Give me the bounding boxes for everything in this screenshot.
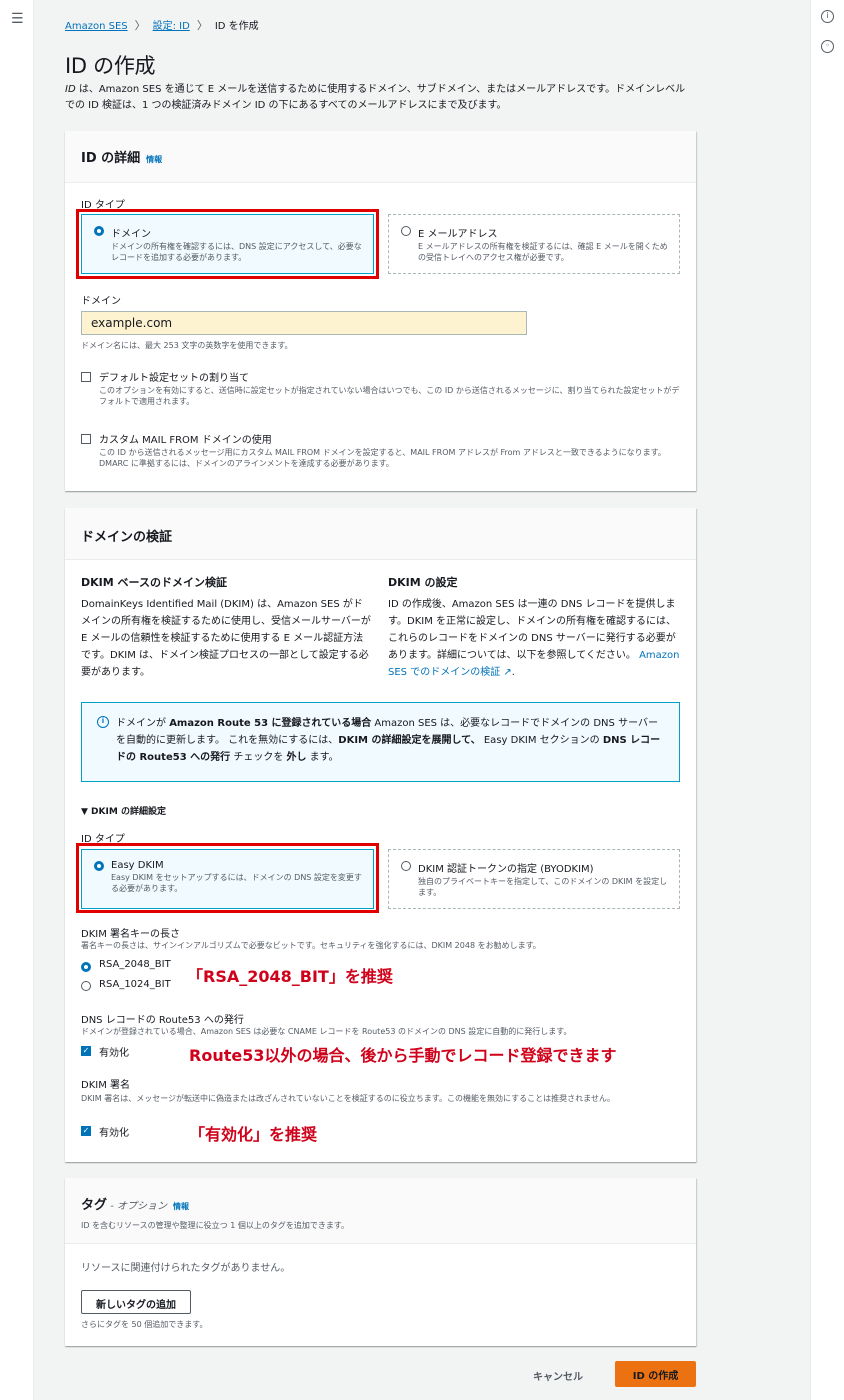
main-content: Amazon SES 〉設定: ID 〉 ID を作成 ID の作成 ID は、Ama… [34,0,810,1400]
default-config-desc: このオプションを有効にすると、送信時に設定セットが指定されていない場合はいつでも… [99,386,680,406]
route53-label: DNS レコードの Route53 への発行 [81,1015,244,1026]
chevron-right-icon: 〉 [134,19,146,32]
rsa-2048-label: RSA_2048_BIT [99,959,171,970]
tags-optional: - オプション [107,1201,167,1212]
tags-panel: タグ - オプション 情報 ID を含むリソースの管理や整理に役立つ 1 個以上の… [65,1178,696,1346]
route53-enable-label: 有効化 [99,1048,129,1059]
domain-label: ドメイン [81,296,121,307]
page-title: ID の作成 [65,54,156,78]
dkim-settings-tail: . [511,667,515,678]
tags-desc: ID を含むリソースの管理や整理に役立つ 1 個以上のタグを追加できます。 [81,1221,350,1230]
tags-header: タグ - オプション 情報 ID を含むリソースの管理や整理に役立つ 1 個以上の… [65,1178,696,1244]
domain-input[interactable] [81,311,527,335]
identity-details-panel: ID の詳細 情報 ID タイプ ドメイン ドメインの所有権を確認するには、DNS… [65,131,696,491]
alert-bold-4: 外し [286,752,307,763]
page-description-text: は、Amazon SES を通じて E メールを送信するために使用するドメイン、… [65,84,686,111]
info-circle-icon[interactable]: i [821,10,834,23]
identity-details-info-link[interactable]: 情報 [146,155,162,164]
dkim-advanced-toggle[interactable]: ▼ DKIM の詳細設定 [81,804,166,817]
breadcrumb-current: ID を作成 [214,21,259,32]
alert-text-5: ます。 [306,752,339,763]
checkbox-dkim-signing[interactable]: ✓ [81,1126,91,1136]
alert-text-4: チェックを [230,752,287,763]
cancel-button[interactable]: キャンセル [533,1368,583,1383]
dkim-settings-text: ID の作成後、Amazon SES は一連の DNS レコードを提供します。D… [388,596,683,681]
dkim-settings-body: ID の作成後、Amazon SES は一連の DNS レコードを提供します。D… [388,599,677,661]
dkim-signing-enable-label: 有効化 [99,1128,129,1139]
tile-email-title: E メールアドレス [418,229,498,240]
breadcrumb-settings-id[interactable]: 設定: ID [153,21,190,32]
checkbox-custom-mail-from[interactable] [81,434,91,444]
highlight-box-domain [76,209,379,279]
create-identity-button[interactable]: ID の作成 [615,1361,696,1387]
page-description: ID は、Amazon SES を通じて E メールを送信するために使用するドメ… [65,82,695,114]
dkim-signing-label: DKIM 署名 [81,1080,131,1091]
domain-verification-header: ドメインの検証 [65,508,696,560]
info-circle-icon: i [97,716,109,728]
tile-email-desc: E メールアドレスの所有権を検証するには、確認 E メールを開くための受信トレイ… [418,242,668,262]
radio-byodkim[interactable] [401,861,411,871]
tile-byodkim-desc: 独自のプライベートキーを指定して、このドメインの DKIM を設定します。 [418,877,668,897]
hamburger-menu-icon[interactable]: ☰ [11,11,24,27]
highlight-box-easy-dkim [76,843,379,913]
tile-email[interactable]: E メールアドレス E メールアドレスの所有権を検証するには、確認 E メールを… [388,214,680,274]
identity-details-title: ID の詳細 [81,151,141,166]
annotation-rsa: 「RSA_2048_BIT」を推奨 [187,967,393,986]
custom-mail-from-label: カスタム MAIL FROM ドメインの使用 [99,435,272,446]
checkbox-default-config[interactable] [81,372,91,382]
add-tag-button[interactable]: 新しいタグの追加 [81,1290,191,1314]
dkim-verification-title: DKIM ベースのドメイン検証 [81,576,227,589]
radio-rsa-2048[interactable] [81,962,91,972]
right-tools-bar: i ◦ [810,0,844,1400]
default-config-label: デフォルト設定セットの割り当て [99,373,249,384]
breadcrumb: Amazon SES 〉設定: ID 〉 ID を作成 [65,17,259,33]
domain-hint: ドメイン名には、最大 253 文字の英数字を使用できます。 [81,341,293,350]
radio-email[interactable] [401,226,411,236]
alert-text-1: ドメインが [116,718,170,729]
checkbox-route53[interactable]: ✓ [81,1046,91,1056]
domain-verification-panel: ドメインの検証 DKIM ベースのドメイン検証 DomainKeys Ident… [65,508,696,1162]
dkim-signing-desc: DKIM 署名は、メッセージが転送中に偽造または改ざんされていないことを検証する… [81,1094,615,1103]
annotation-signing: 「有効化」を推奨 [189,1125,318,1144]
route53-info-alert: i ドメインが Amazon Route 53 に登録されている場合 Amazo… [81,702,680,782]
tags-limit-text: さらにタグを 50 個追加できます。 [81,1320,208,1329]
left-nav-bar: ☰ [0,0,34,1400]
tags-empty-text: リソースに関連付けられたタグがありません。 [81,1263,291,1274]
alert-text-3: Easy DKIM セクションの [480,735,603,746]
tile-byodkim-title: DKIM 認証トークンの指定 (BYODKIM) [418,864,594,875]
domain-verification-title: ドメインの検証 [81,530,173,545]
annotation-route53: Route53以外の場合、後から手動でレコード登録できます [189,1046,617,1065]
feedback-icon[interactable]: ◦ [821,40,834,53]
alert-bold-2: DKIM の詳細設定を展開して、 [338,735,481,746]
alert-bold-1: Amazon Route 53 に登録されている場合 [169,718,372,729]
tags-title: タグ [81,1198,108,1213]
rsa-1024-label: RSA_1024_BIT [99,979,171,990]
route53-desc: ドメインが登録されている場合、Amazon SES は必要な CNAME レコー… [81,1027,572,1036]
tile-byodkim[interactable]: DKIM 認証トークンの指定 (BYODKIM) 独自のプライベートキーを指定し… [388,849,680,909]
identity-details-header: ID の詳細 情報 [65,131,696,183]
custom-mail-from-desc: この ID から送信されるメッセージ用にカスタム MAIL FROM ドメインを… [99,448,666,468]
breadcrumb-amazon-ses[interactable]: Amazon SES [65,21,128,32]
key-length-desc: 署名キーの長さは、サインインアルゴリズムで必要なビットです。セキュリティを強化す… [81,941,541,950]
dkim-settings-title: DKIM の設定 [388,576,458,589]
page-description-italic: ID [65,84,76,95]
chevron-right-icon: 〉 [196,19,208,32]
key-length-label: DKIM 署名キーの長さ [81,929,181,940]
tags-info-link[interactable]: 情報 [173,1202,189,1211]
radio-rsa-1024[interactable] [81,981,91,991]
dkim-verification-text: DomainKeys Identified Mail (DKIM) は、Amaz… [81,599,371,678]
